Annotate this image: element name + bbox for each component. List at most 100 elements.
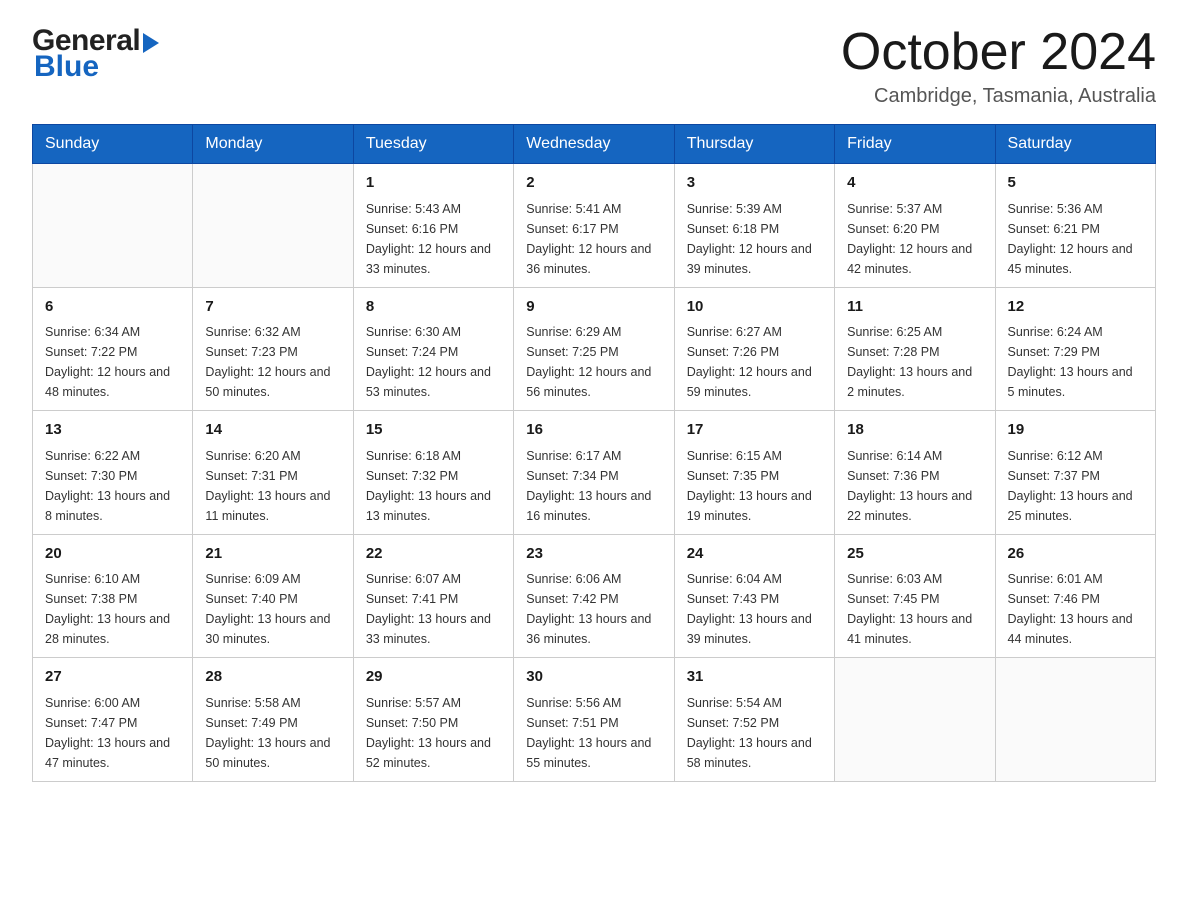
calendar-cell: 29 Sunrise: 5:57 AMSunset: 7:50 PMDayligh… — [353, 658, 513, 782]
day-number: 15 — [366, 419, 501, 442]
header-thursday: Thursday — [674, 125, 834, 164]
day-number: 11 — [847, 296, 982, 319]
calendar-cell: 14 Sunrise: 6:20 AMSunset: 7:31 PMDayligh… — [193, 411, 353, 535]
day-info: Sunrise: 6:22 AMSunset: 7:30 PMDaylight:… — [45, 446, 180, 526]
day-number: 23 — [526, 543, 661, 566]
day-number: 21 — [205, 543, 340, 566]
page-header: General Blue October 2024 Cambridge, Tas… — [32, 24, 1156, 108]
calendar-cell: 3 Sunrise: 5:39 AMSunset: 6:18 PMDaylight… — [674, 164, 834, 288]
day-info: Sunrise: 6:34 AMSunset: 7:22 PMDaylight:… — [45, 322, 180, 402]
calendar-cell: 4 Sunrise: 5:37 AMSunset: 6:20 PMDaylight… — [835, 164, 995, 288]
day-number: 3 — [687, 172, 822, 195]
day-number: 26 — [1008, 543, 1143, 566]
day-number: 5 — [1008, 172, 1143, 195]
header-saturday: Saturday — [995, 125, 1155, 164]
day-number: 14 — [205, 419, 340, 442]
day-number: 25 — [847, 543, 982, 566]
day-info: Sunrise: 6:09 AMSunset: 7:40 PMDaylight:… — [205, 569, 340, 649]
logo: General Blue — [32, 24, 159, 82]
calendar-cell: 20 Sunrise: 6:10 AMSunset: 7:38 PMDayligh… — [33, 534, 193, 658]
day-number: 1 — [366, 172, 501, 195]
day-info: Sunrise: 5:41 AMSunset: 6:17 PMDaylight:… — [526, 199, 661, 279]
calendar-cell: 28 Sunrise: 5:58 AMSunset: 7:49 PMDayligh… — [193, 658, 353, 782]
calendar-cell: 5 Sunrise: 5:36 AMSunset: 6:21 PMDaylight… — [995, 164, 1155, 288]
day-info: Sunrise: 5:56 AMSunset: 7:51 PMDaylight:… — [526, 693, 661, 773]
calendar-cell: 17Sunrise: 6:15 AMSunset: 7:35 PMDayligh… — [674, 411, 834, 535]
day-number: 9 — [526, 296, 661, 319]
day-info: Sunrise: 6:00 AMSunset: 7:47 PMDaylight:… — [45, 693, 180, 773]
day-number: 4 — [847, 172, 982, 195]
calendar-cell — [835, 658, 995, 782]
day-info: Sunrise: 6:03 AMSunset: 7:45 PMDaylight:… — [847, 569, 982, 649]
calendar-cell — [33, 164, 193, 288]
calendar-cell: 22Sunrise: 6:07 AMSunset: 7:41 PMDayligh… — [353, 534, 513, 658]
logo-blue-text: Blue — [34, 52, 159, 82]
calendar-cell: 19Sunrise: 6:12 AMSunset: 7:37 PMDayligh… — [995, 411, 1155, 535]
calendar-cell: 9 Sunrise: 6:29 AMSunset: 7:25 PMDaylight… — [514, 287, 674, 411]
calendar-cell: 8 Sunrise: 6:30 AMSunset: 7:24 PMDaylight… — [353, 287, 513, 411]
calendar-cell: 13 Sunrise: 6:22 AMSunset: 7:30 PMDayligh… — [33, 411, 193, 535]
day-number: 6 — [45, 296, 180, 319]
location-subtitle: Cambridge, Tasmania, Australia — [841, 85, 1156, 108]
day-info: Sunrise: 6:24 AMSunset: 7:29 PMDaylight:… — [1008, 322, 1143, 402]
day-info: Sunrise: 5:43 AMSunset: 6:16 PMDaylight:… — [366, 199, 501, 279]
calendar-cell: 15 Sunrise: 6:18 AMSunset: 7:32 PMDayligh… — [353, 411, 513, 535]
calendar-cell: 27 Sunrise: 6:00 AMSunset: 7:47 PMDayligh… — [33, 658, 193, 782]
day-info: Sunrise: 6:27 AMSunset: 7:26 PMDaylight:… — [687, 322, 822, 402]
calendar-cell: 16Sunrise: 6:17 AMSunset: 7:34 PMDayligh… — [514, 411, 674, 535]
calendar-cell: 7 Sunrise: 6:32 AMSunset: 7:23 PMDaylight… — [193, 287, 353, 411]
calendar-cell: 2Sunrise: 5:41 AMSunset: 6:17 PMDaylight… — [514, 164, 674, 288]
calendar-week-3: 13 Sunrise: 6:22 AMSunset: 7:30 PMDayligh… — [33, 411, 1156, 535]
day-info: Sunrise: 5:39 AMSunset: 6:18 PMDaylight:… — [687, 199, 822, 279]
calendar-cell: 1 Sunrise: 5:43 AMSunset: 6:16 PMDaylight… — [353, 164, 513, 288]
day-info: Sunrise: 5:57 AMSunset: 7:50 PMDaylight:… — [366, 693, 501, 773]
page-title: October 2024 — [841, 24, 1156, 81]
day-info: Sunrise: 6:04 AMSunset: 7:43 PMDaylight:… — [687, 569, 822, 649]
day-number: 29 — [366, 666, 501, 689]
day-number: 30 — [526, 666, 661, 689]
calendar-week-5: 27 Sunrise: 6:00 AMSunset: 7:47 PMDayligh… — [33, 658, 1156, 782]
day-info: Sunrise: 6:30 AMSunset: 7:24 PMDaylight:… — [366, 322, 501, 402]
day-number: 10 — [687, 296, 822, 319]
day-number: 20 — [45, 543, 180, 566]
day-number: 24 — [687, 543, 822, 566]
day-number: 12 — [1008, 296, 1143, 319]
calendar-cell: 31 Sunrise: 5:54 AMSunset: 7:52 PMDayligh… — [674, 658, 834, 782]
calendar-cell: 26 Sunrise: 6:01 AMSunset: 7:46 PMDayligh… — [995, 534, 1155, 658]
day-info: Sunrise: 6:29 AMSunset: 7:25 PMDaylight:… — [526, 322, 661, 402]
day-info: Sunrise: 6:20 AMSunset: 7:31 PMDaylight:… — [205, 446, 340, 526]
calendar-header-row: SundayMondayTuesdayWednesdayThursdayFrid… — [33, 125, 1156, 164]
header-monday: Monday — [193, 125, 353, 164]
day-info: Sunrise: 5:36 AMSunset: 6:21 PMDaylight:… — [1008, 199, 1143, 279]
day-info: Sunrise: 6:25 AMSunset: 7:28 PMDaylight:… — [847, 322, 982, 402]
calendar-week-1: 1 Sunrise: 5:43 AMSunset: 6:16 PMDaylight… — [33, 164, 1156, 288]
day-info: Sunrise: 6:14 AMSunset: 7:36 PMDaylight:… — [847, 446, 982, 526]
day-number: 7 — [205, 296, 340, 319]
day-number: 18 — [847, 419, 982, 442]
calendar-table: SundayMondayTuesdayWednesdayThursdayFrid… — [32, 124, 1156, 782]
calendar-cell: 23Sunrise: 6:06 AMSunset: 7:42 PMDayligh… — [514, 534, 674, 658]
day-info: Sunrise: 5:37 AMSunset: 6:20 PMDaylight:… — [847, 199, 982, 279]
day-info: Sunrise: 6:10 AMSunset: 7:38 PMDaylight:… — [45, 569, 180, 649]
day-info: Sunrise: 5:54 AMSunset: 7:52 PMDaylight:… — [687, 693, 822, 773]
day-number: 13 — [45, 419, 180, 442]
day-number: 8 — [366, 296, 501, 319]
day-info: Sunrise: 6:17 AMSunset: 7:34 PMDaylight:… — [526, 446, 661, 526]
calendar-cell: 18 Sunrise: 6:14 AMSunset: 7:36 PMDayligh… — [835, 411, 995, 535]
day-number: 28 — [205, 666, 340, 689]
day-info: Sunrise: 6:01 AMSunset: 7:46 PMDaylight:… — [1008, 569, 1143, 649]
day-info: Sunrise: 6:18 AMSunset: 7:32 PMDaylight:… — [366, 446, 501, 526]
day-info: Sunrise: 5:58 AMSunset: 7:49 PMDaylight:… — [205, 693, 340, 773]
calendar-cell: 12 Sunrise: 6:24 AMSunset: 7:29 PMDayligh… — [995, 287, 1155, 411]
header-friday: Friday — [835, 125, 995, 164]
day-number: 27 — [45, 666, 180, 689]
title-block: October 2024 Cambridge, Tasmania, Austra… — [841, 24, 1156, 108]
day-number: 31 — [687, 666, 822, 689]
calendar-cell: 25 Sunrise: 6:03 AMSunset: 7:45 PMDayligh… — [835, 534, 995, 658]
calendar-cell: 10 Sunrise: 6:27 AMSunset: 7:26 PMDayligh… — [674, 287, 834, 411]
calendar-cell: 21 Sunrise: 6:09 AMSunset: 7:40 PMDayligh… — [193, 534, 353, 658]
calendar-cell — [995, 658, 1155, 782]
day-info: Sunrise: 6:32 AMSunset: 7:23 PMDaylight:… — [205, 322, 340, 402]
day-info: Sunrise: 6:12 AMSunset: 7:37 PMDaylight:… — [1008, 446, 1143, 526]
day-info: Sunrise: 6:07 AMSunset: 7:41 PMDaylight:… — [366, 569, 501, 649]
